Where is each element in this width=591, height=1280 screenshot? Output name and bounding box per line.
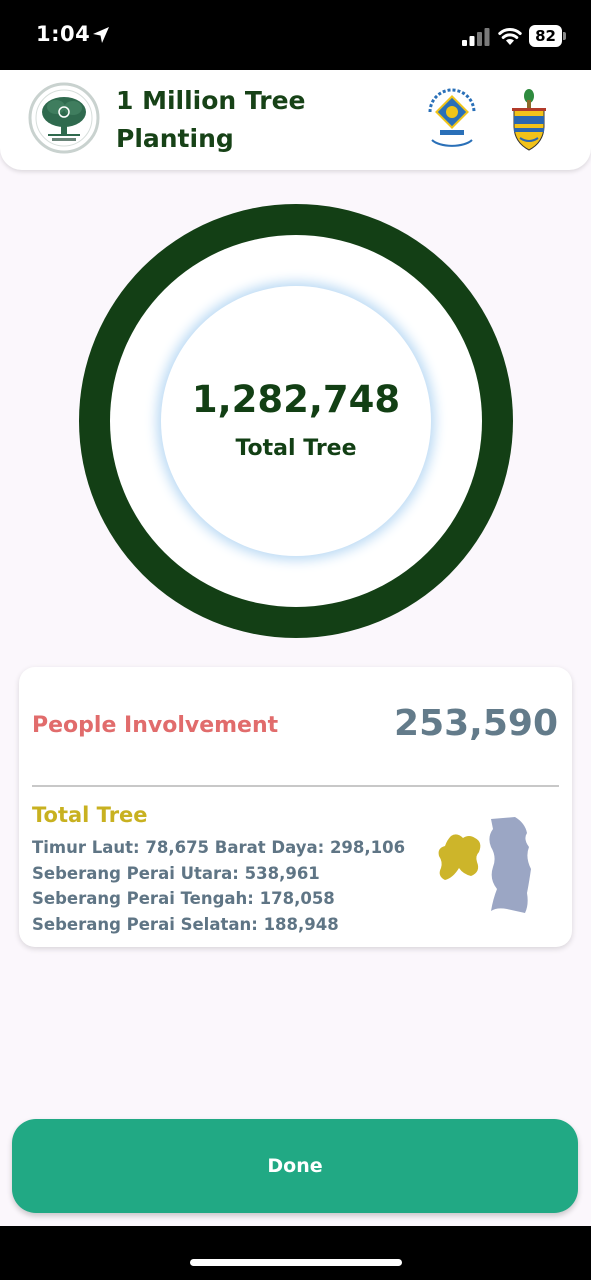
people-involvement-value: 253,590 bbox=[394, 703, 558, 744]
battery-icon: 82 bbox=[529, 25, 566, 47]
status-bar: 1:04 82 bbox=[0, 0, 591, 70]
district-list: Timur Laut: 78,675 Barat Daya: 298,106 S… bbox=[32, 835, 422, 937]
penang-mainland-map-icon bbox=[489, 817, 531, 913]
stats-card: People Involvement 253,590 Total Tree Ti… bbox=[19, 667, 572, 947]
district-line: Timur Laut: 78,675 Barat Daya: 298,106 bbox=[32, 838, 406, 857]
app-title: 1 Million Tree Planting bbox=[116, 86, 306, 153]
total-tree-center: 1,282,748 Total Tree bbox=[161, 286, 431, 556]
home-indicator[interactable] bbox=[190, 1259, 402, 1266]
status-time: 1:04 bbox=[36, 22, 91, 46]
battery-level: 82 bbox=[529, 25, 562, 47]
co2-tree-logo bbox=[28, 82, 100, 154]
people-involvement-label: People Involvement bbox=[32, 713, 279, 738]
cellular-signal-icon bbox=[462, 28, 490, 46]
district-line: Seberang Perai Tengah: 178,058 bbox=[32, 889, 335, 908]
penang-crest-logo bbox=[512, 89, 546, 151]
total-tree-value: 1,282,748 bbox=[191, 378, 401, 421]
total-tree-ring: 1,282,748 Total Tree bbox=[79, 204, 513, 638]
district-line: Seberang Perai Utara: 538,961 bbox=[32, 863, 320, 883]
total-tree-label: Total Tree bbox=[235, 436, 357, 461]
app-header: 1 Million Tree Planting bbox=[0, 70, 591, 170]
done-button[interactable]: Done bbox=[12, 1119, 578, 1213]
penang-island-map-icon bbox=[438, 834, 481, 880]
bottom-bar bbox=[0, 1226, 591, 1280]
district-line: Seberang Perai Selatan: 188,948 bbox=[32, 914, 339, 934]
divider bbox=[32, 785, 559, 787]
tyt-logo bbox=[428, 88, 476, 147]
location-arrow-icon bbox=[93, 27, 109, 43]
total-tree-heading: Total Tree bbox=[32, 803, 148, 827]
wifi-icon bbox=[498, 28, 522, 45]
